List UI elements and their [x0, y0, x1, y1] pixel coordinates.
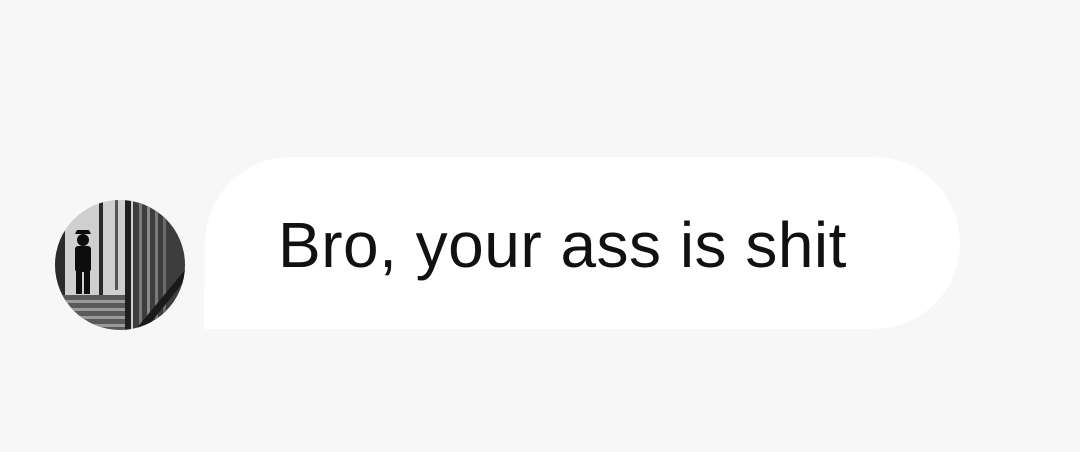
message-row: Bro, your ass is shit	[0, 0, 1080, 452]
message-bubble[interactable]: Bro, your ass is shit	[204, 157, 960, 329]
message-text: Bro, your ass is shit	[278, 209, 847, 281]
profile-photo-icon	[55, 200, 185, 330]
avatar[interactable]	[55, 200, 185, 330]
